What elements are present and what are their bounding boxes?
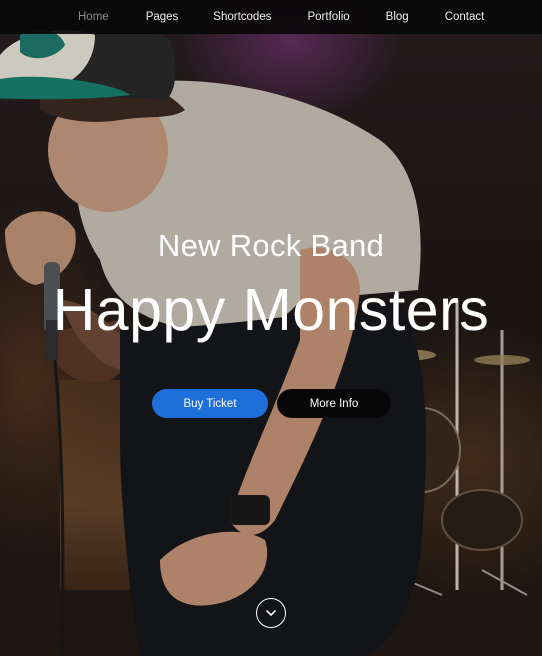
nav-blog[interactable]: Blog [386, 11, 409, 23]
hero-section: Home Pages Shortcodes Portfolio Blog Con… [0, 0, 542, 656]
buy-ticket-button[interactable]: Buy Ticket [152, 389, 268, 418]
nav-home[interactable]: Home [78, 11, 109, 23]
nav-shortcodes[interactable]: Shortcodes [213, 11, 271, 23]
nav-portfolio[interactable]: Portfolio [307, 11, 349, 23]
top-navigation: Home Pages Shortcodes Portfolio Blog Con… [0, 0, 542, 34]
chevron-down-icon [266, 610, 276, 616]
hero-title: Happy Monsters [52, 277, 490, 343]
nav-pages[interactable]: Pages [146, 11, 179, 23]
more-info-button[interactable]: More Info [277, 389, 391, 418]
scroll-down-button[interactable] [256, 598, 286, 628]
nav-contact[interactable]: Contact [445, 11, 485, 23]
hero-subtitle: New Rock Band [157, 228, 385, 263]
